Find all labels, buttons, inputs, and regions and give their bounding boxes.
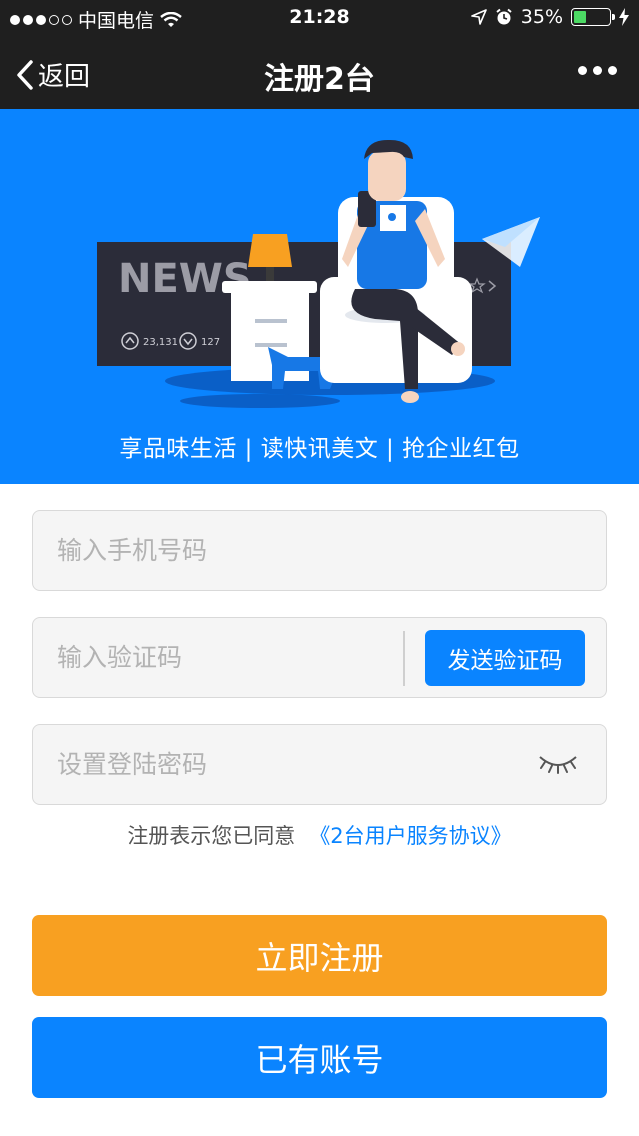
banner-slogan: 享品味生活 | 读快讯美文 | 抢企业红包 bbox=[119, 436, 520, 462]
battery-fill bbox=[574, 11, 586, 23]
agreement-text: 注册表示您已同意 bbox=[127, 824, 296, 848]
upvote-count: 23,131 bbox=[143, 337, 178, 348]
phone-field bbox=[32, 510, 607, 591]
downvote-count: 127 bbox=[201, 337, 220, 348]
verification-code-field: 发送验证码 bbox=[32, 617, 607, 698]
page-title: 注册2台 bbox=[264, 62, 375, 97]
verification-code-input[interactable] bbox=[57, 618, 417, 696]
hero-banner: NEWS 23,131 127 享品味生活 | 读快讯美文 | 抢企业红包 bbox=[0, 109, 639, 484]
agreement-link[interactable]: 《2台用户服务协议》 bbox=[309, 824, 511, 848]
navigation-bar: 返回 注册2台 bbox=[0, 36, 639, 109]
eye-closed-icon[interactable] bbox=[538, 751, 578, 775]
battery-percent: 35% bbox=[520, 6, 563, 28]
location-arrow-icon bbox=[470, 9, 487, 25]
agreement-line: 注册表示您已同意 《2台用户服务协议》 bbox=[0, 820, 639, 850]
existing-account-button[interactable]: 已有账号 bbox=[32, 1017, 607, 1098]
more-options-icon[interactable] bbox=[578, 66, 617, 75]
password-input[interactable] bbox=[57, 725, 417, 803]
field-divider bbox=[403, 631, 405, 686]
password-field bbox=[32, 724, 607, 805]
register-button[interactable]: 立即注册 bbox=[32, 915, 607, 996]
banner-illustration: NEWS 23,131 127 bbox=[97, 139, 540, 408]
status-bar: 中国电信 21:28 35% bbox=[0, 0, 639, 36]
status-right: 35% bbox=[470, 6, 629, 28]
alarm-icon bbox=[496, 8, 512, 25]
send-code-button[interactable]: 发送验证码 bbox=[425, 630, 585, 686]
phone-input[interactable] bbox=[57, 511, 417, 589]
battery-icon bbox=[571, 8, 615, 26]
charging-bolt-icon bbox=[619, 8, 629, 26]
